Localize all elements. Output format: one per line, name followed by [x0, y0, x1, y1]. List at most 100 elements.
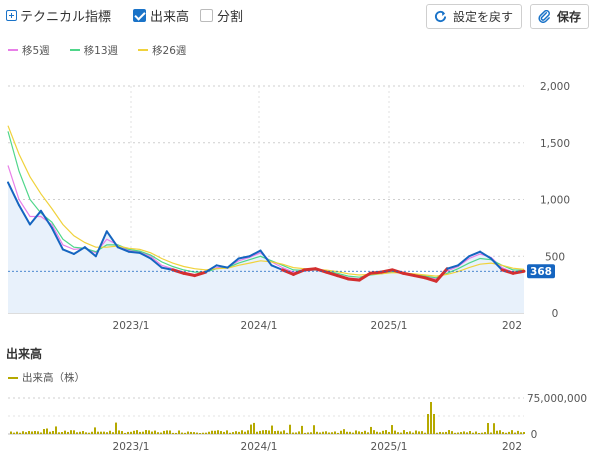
volume-bar [193, 432, 195, 434]
volume-bar [244, 431, 246, 434]
volume-bar [283, 430, 285, 434]
volume-bar [505, 432, 507, 434]
volume-bar [100, 431, 102, 434]
volume-bar [172, 432, 174, 434]
volume-bar [37, 431, 39, 434]
volume-bar [334, 431, 336, 434]
volume-bar [235, 431, 237, 434]
volume-x-tick-label: 2023/1 [113, 441, 150, 453]
volume-bar [130, 431, 132, 434]
volume-bar [337, 432, 339, 434]
price-tick-label: 1,500 [540, 138, 570, 150]
volume-bar [28, 431, 30, 434]
volume-bar [49, 431, 51, 434]
volume-bar [76, 432, 78, 434]
volume-bar [496, 430, 498, 434]
volume-bar [202, 432, 204, 434]
x-tick-label: 2023/1 [113, 320, 150, 332]
volume-bar [322, 431, 324, 434]
volume-bar [175, 432, 177, 434]
volume-bar [148, 430, 150, 434]
volume-bar [454, 432, 456, 434]
volume-bar [124, 432, 126, 434]
volume-bar [274, 431, 276, 434]
volume-bar [517, 430, 519, 434]
volume-bar [457, 432, 459, 434]
volume-bar [256, 431, 258, 434]
volume-legend: 出来高（株） [8, 370, 85, 385]
volume-bar [478, 432, 480, 434]
volume-bar [40, 432, 42, 434]
volume-bar [349, 431, 351, 434]
volume-bar [19, 432, 21, 434]
volume-bar [352, 432, 354, 434]
volume-bar [211, 430, 213, 434]
volume-bar [460, 432, 462, 434]
volume-bar [229, 432, 231, 434]
volume-section-title: 出来高 [6, 347, 43, 361]
volume-bar [487, 423, 489, 434]
volume-bar [253, 422, 255, 434]
volume-bar [346, 431, 348, 434]
volume-bar [94, 427, 96, 434]
volume-bar [82, 431, 84, 434]
volume-bar [514, 432, 516, 434]
volume-bar [301, 425, 303, 434]
volume-bar [22, 431, 24, 434]
volume-bar [406, 431, 408, 434]
volume-bar [52, 430, 54, 434]
volume-bar [340, 430, 342, 434]
volume-bar [67, 431, 69, 434]
volume-bar [304, 432, 306, 434]
price-tick-label: 2,000 [540, 81, 570, 93]
volume-bar [166, 430, 168, 434]
volume-bar [376, 431, 378, 434]
volume-bar [73, 430, 75, 434]
volume-bar [373, 430, 375, 434]
volume-bar [331, 432, 333, 434]
volume-bar [34, 430, 36, 434]
volume-bar [280, 431, 282, 434]
volume-bar [115, 422, 117, 434]
current-price-label: 368 [530, 266, 552, 278]
volume-bar [121, 431, 123, 434]
volume-bar [448, 430, 450, 434]
volume-bar [13, 432, 15, 434]
volume-bar [511, 430, 513, 434]
volume-bar [403, 430, 405, 434]
volume-bar [31, 431, 33, 434]
volume-bar [133, 430, 135, 434]
volume-bar [499, 430, 501, 434]
volume-bar [295, 432, 297, 434]
volume-bar [364, 430, 366, 434]
volume-bar [97, 431, 99, 434]
volume-bar [409, 431, 411, 434]
volume-bar [70, 430, 72, 434]
price-tick-label: 500 [545, 251, 565, 263]
volume-bar [184, 432, 186, 434]
volume-bar [328, 432, 330, 434]
volume-tick-label: 75,000,000 [527, 393, 587, 405]
volume-bar [358, 431, 360, 434]
x-tick-label: 202 [502, 320, 522, 332]
volume-bar [433, 414, 435, 434]
price-line-segment [127, 250, 141, 254]
volume-bar [463, 431, 465, 434]
volume-bar [508, 431, 510, 434]
volume-bar [61, 432, 63, 434]
volume-bar [265, 430, 267, 434]
volume-bar [247, 430, 249, 434]
volume-bar [388, 431, 390, 434]
volume-bar [169, 430, 171, 434]
volume-bar [424, 432, 426, 434]
volume-bar [58, 432, 60, 434]
volume-bar [163, 430, 165, 434]
volume-bar [493, 423, 495, 434]
volume-bar [217, 430, 219, 434]
price-line-segment [511, 269, 526, 275]
volume-bar [250, 424, 252, 434]
volume-bar [391, 425, 393, 434]
x-tick-label: 2024/1 [241, 320, 278, 332]
volume-bar [481, 432, 483, 434]
volume-bar [523, 432, 525, 434]
